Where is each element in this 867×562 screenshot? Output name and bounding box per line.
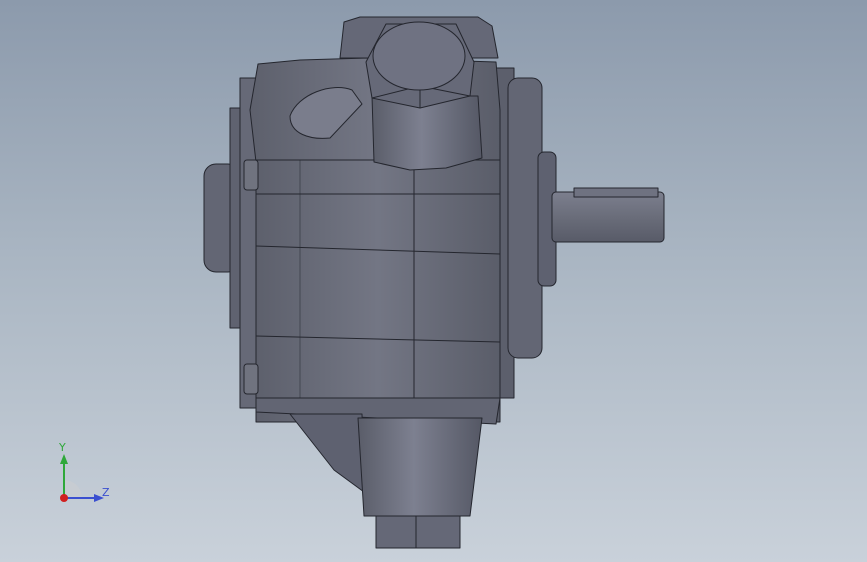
outlet-column	[357, 417, 483, 517]
gear-pump-3d-model[interactable]	[0, 0, 867, 562]
x-axis-dot	[60, 494, 68, 502]
y-axis-label: Y	[59, 441, 66, 454]
outlet-rib	[289, 413, 365, 493]
top-hex-face	[372, 21, 466, 91]
housing-block	[255, 159, 501, 423]
left-bolt-upper	[243, 159, 259, 191]
shaft-key	[573, 187, 659, 198]
axis-triad: Y Z	[48, 438, 128, 510]
top-cap-column	[371, 95, 483, 171]
bottom-nut	[375, 515, 461, 549]
drive-shaft	[551, 191, 665, 243]
graphics-viewport[interactable]: Y Z	[0, 0, 867, 562]
left-bolt-lower	[243, 363, 259, 395]
z-axis-label: Z	[102, 486, 110, 499]
right-flange	[507, 77, 543, 359]
y-axis-arrow	[60, 454, 68, 464]
